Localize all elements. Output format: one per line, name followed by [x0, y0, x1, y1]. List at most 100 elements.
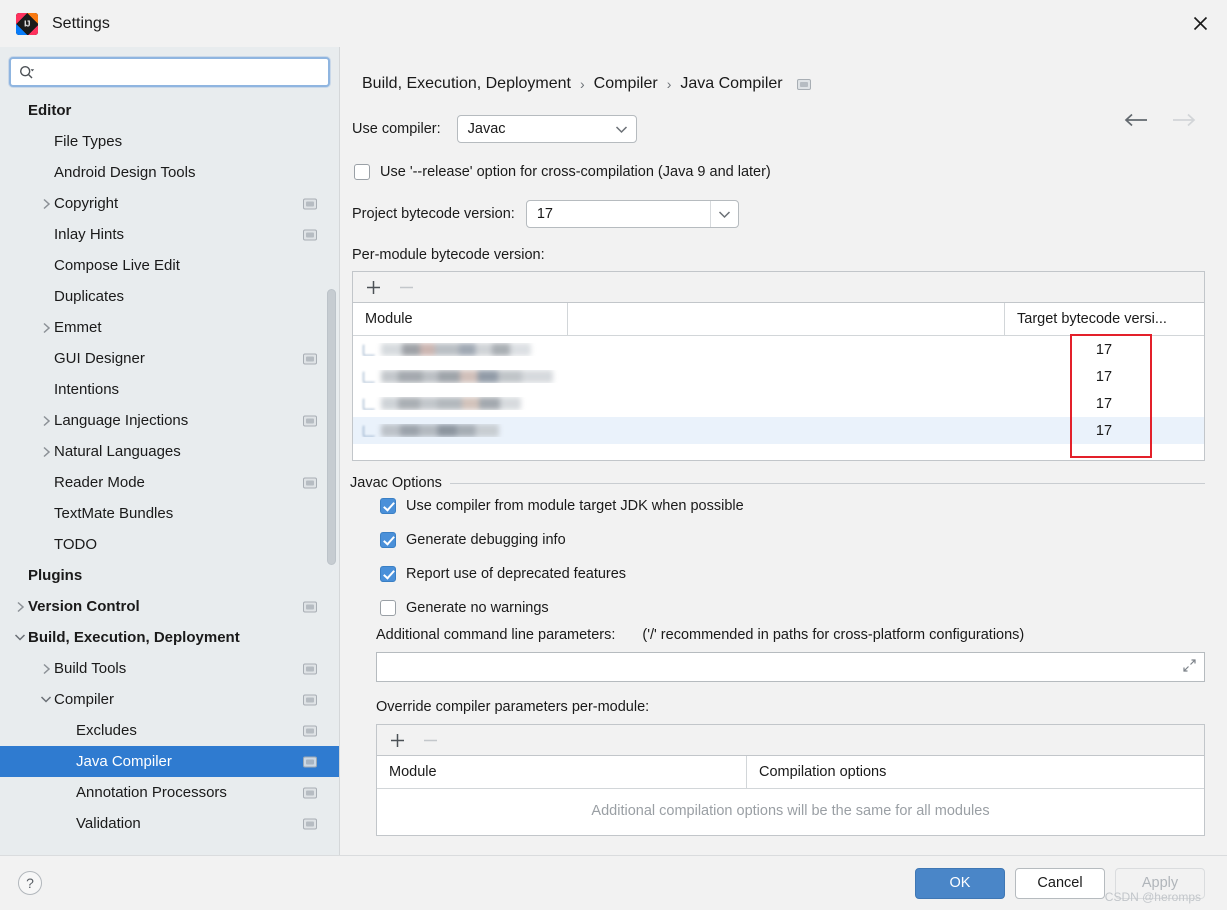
target-bytecode-value[interactable]: 17	[1004, 369, 1204, 385]
project-bytecode-select[interactable]: 17	[525, 200, 739, 228]
override-toolbar	[377, 725, 1204, 756]
sidebar-item-intentions[interactable]: Intentions	[0, 374, 339, 405]
chevron-right-icon[interactable]	[38, 663, 54, 675]
project-bytecode-row: Project bytecode version: 17	[352, 200, 1205, 228]
settings-dialog: Settings	[0, 0, 1227, 910]
chevron-right-icon[interactable]	[38, 322, 54, 334]
breadcrumb-part-0[interactable]: Build, Execution, Deployment	[362, 75, 571, 93]
chevron-right-icon[interactable]	[38, 446, 54, 458]
column-header-compilation-options[interactable]: Compilation options	[746, 756, 1204, 788]
javac-option-checkbox[interactable]	[380, 566, 396, 582]
target-bytecode-value[interactable]: 17	[1004, 396, 1204, 412]
additional-params-input[interactable]	[376, 652, 1205, 682]
per-module-section: Per-module bytecode version: Module Targ…	[352, 247, 1205, 461]
chevron-right-icon[interactable]	[38, 198, 54, 210]
sidebar-item-plugins[interactable]: Plugins	[0, 560, 339, 591]
column-header-spacer[interactable]	[567, 303, 1004, 335]
sidebar-item-compiler[interactable]: Compiler	[0, 684, 339, 715]
javac-option-checkbox[interactable]	[380, 498, 396, 514]
javac-options-title: Javac Options	[350, 475, 442, 491]
chevron-down-icon[interactable]	[38, 695, 54, 704]
column-header-target-bytecode[interactable]: Target bytecode versi...	[1004, 303, 1204, 335]
chevron-down-icon[interactable]	[709, 201, 738, 227]
sidebar-item-excludes[interactable]: Excludes	[0, 715, 339, 746]
sidebar-item-build-tools[interactable]: Build Tools	[0, 653, 339, 684]
sidebar-item-duplicates[interactable]: Duplicates	[0, 281, 339, 312]
module-icon	[363, 343, 375, 356]
sidebar-item-label: Natural Languages	[54, 443, 181, 460]
javac-option-checkbox[interactable]	[380, 600, 396, 616]
column-header-module[interactable]: Module	[353, 303, 567, 335]
breadcrumb-part-2: Java Compiler	[680, 75, 783, 92]
target-bytecode-value[interactable]: 17	[1004, 423, 1204, 439]
sidebar-scrollbar[interactable]	[327, 289, 336, 565]
sidebar-item-label: TODO	[54, 536, 98, 553]
javac-option-row: Generate no warnings	[380, 600, 1205, 616]
sidebar-item-reader-mode[interactable]: Reader Mode	[0, 467, 339, 498]
search-box[interactable]	[9, 57, 330, 87]
chevron-right-icon[interactable]	[38, 415, 54, 427]
sidebar-item-label: Emmet	[54, 319, 102, 336]
sidebar-item-copyright[interactable]: Copyright	[0, 188, 339, 219]
sidebar-item-label: Intentions	[54, 381, 120, 398]
sidebar-item-textmate-bundles[interactable]: TextMate Bundles	[0, 498, 339, 529]
sidebar-item-todo[interactable]: TODO	[0, 529, 339, 560]
chevron-down-icon[interactable]	[12, 633, 28, 642]
sidebar-item-gui-designer[interactable]: GUI Designer	[0, 343, 339, 374]
javac-option-row: Use compiler from module target JDK when…	[380, 498, 1205, 514]
sidebar-item-label: Duplicates	[54, 288, 125, 305]
release-option-row: Use '--release' option for cross-compila…	[354, 164, 1205, 180]
javac-options-section: Javac Options	[350, 475, 1205, 491]
breadcrumb-part-1[interactable]: Compiler	[594, 75, 658, 93]
ok-button[interactable]: OK	[915, 867, 1005, 899]
settings-sidebar: Editor File Types Android Design Tools Copy…	[0, 47, 340, 855]
sidebar-item-file-types[interactable]: File Types	[0, 126, 339, 157]
sidebar-item-language-injections[interactable]: Language Injections	[0, 405, 339, 436]
override-table-header: Module Compilation options	[377, 756, 1204, 789]
release-option-checkbox[interactable]	[354, 164, 370, 180]
chevron-right-icon[interactable]	[12, 601, 28, 613]
additional-params-field[interactable]	[377, 659, 1204, 675]
plus-icon[interactable]	[389, 732, 406, 749]
expand-icon[interactable]	[1182, 658, 1197, 676]
breadcrumb-separator: ›	[580, 76, 585, 92]
project-scope-badge-icon	[303, 198, 317, 209]
project-scope-badge-icon	[303, 787, 317, 798]
sidebar-item-java-compiler[interactable]: Java Compiler	[0, 746, 339, 777]
plus-icon[interactable]	[365, 279, 382, 296]
close-icon[interactable]	[1187, 11, 1213, 37]
module-name-redacted	[381, 370, 553, 383]
table-row[interactable]: 17	[353, 417, 1204, 444]
section-divider	[449, 482, 1205, 484]
table-row[interactable]: 17	[353, 363, 1204, 390]
sidebar-item-natural-languages[interactable]: Natural Languages	[0, 436, 339, 467]
sidebar-item-inlay-hints[interactable]: Inlay Hints	[0, 219, 339, 250]
chevron-down-icon	[608, 125, 636, 134]
sidebar-item-validation[interactable]: Validation	[0, 808, 339, 839]
table-row[interactable]: 17	[353, 336, 1204, 363]
sidebar-item-version-control[interactable]: Version Control	[0, 591, 339, 622]
override-table: Module Compilation options Additional co…	[376, 724, 1205, 836]
sidebar-item-editor[interactable]: Editor	[0, 95, 339, 126]
additional-params-label: Additional command line parameters:	[376, 627, 616, 643]
javac-option-checkbox[interactable]	[380, 532, 396, 548]
sidebar-item-compose-live-edit[interactable]: Compose Live Edit	[0, 250, 339, 281]
target-bytecode-value[interactable]: 17	[1004, 342, 1204, 358]
sidebar-item-annotation-processors[interactable]: Annotation Processors	[0, 777, 339, 808]
sidebar-item-emmet[interactable]: Emmet	[0, 312, 339, 343]
arrow-left-icon[interactable]	[1123, 113, 1149, 130]
footer-buttons: OK Cancel Apply	[915, 867, 1205, 899]
cancel-button[interactable]: Cancel	[1015, 867, 1105, 899]
search-input[interactable]	[40, 63, 320, 81]
module-icon	[363, 424, 375, 437]
table-empty-area	[353, 444, 1204, 460]
release-option-label: Use '--release' option for cross-compila…	[380, 164, 771, 180]
column-header-module[interactable]: Module	[377, 756, 746, 788]
arrow-right-icon[interactable]	[1171, 113, 1197, 130]
use-compiler-select[interactable]: Javac	[456, 115, 637, 143]
title-bar-left: Settings	[16, 12, 110, 35]
sidebar-item-android-design-tools[interactable]: Android Design Tools	[0, 157, 339, 188]
help-button[interactable]: ?	[18, 871, 42, 895]
sidebar-item-build-execution-deployment[interactable]: Build, Execution, Deployment	[0, 622, 339, 653]
table-row[interactable]: 17	[353, 390, 1204, 417]
